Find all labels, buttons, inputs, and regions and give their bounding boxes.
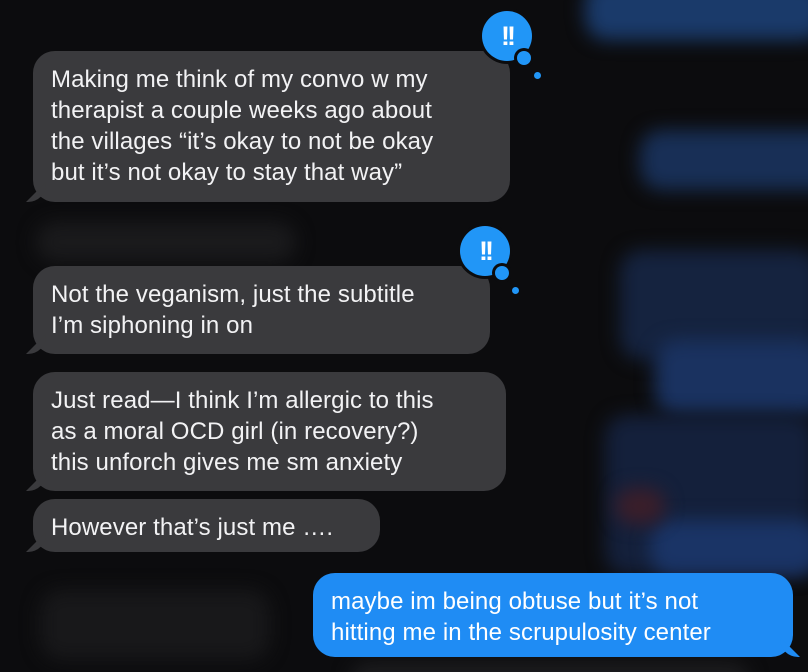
blurred-background-bubble — [640, 130, 808, 190]
blurred-background-bubble — [36, 222, 296, 262]
message-text-line: therapist a couple weeks ago about — [51, 97, 432, 124]
message-text-line: Not the veganism, just the subtitle — [51, 281, 415, 308]
message-text-line: this unforch gives me sm anxiety — [51, 449, 403, 476]
received-message-bubble[interactable]: However that’s just me …. — [33, 499, 380, 552]
message-text-line: the villages “it’s okay to not be okay — [51, 128, 434, 155]
received-message-bubble[interactable]: Making me think of my convo w my therapi… — [33, 51, 510, 202]
message-text-line: maybe im being obtuse but it’s not — [331, 588, 699, 615]
blurred-background-bubble — [650, 520, 808, 575]
exclamation-tapback-icon[interactable]: !! — [482, 11, 541, 79]
message-text-line: but it’s not okay to stay that way” — [51, 159, 403, 186]
exclamation-tapback-icon[interactable]: !! — [460, 226, 519, 294]
message-text-line: I’m siphoning in on — [51, 312, 254, 339]
message-text-line: hitting me in the scrupulosity center — [331, 619, 711, 646]
blurred-background-bubble — [585, 0, 808, 40]
blurred-background-dot — [615, 488, 665, 524]
message-text-line: as a moral OCD girl (in recovery?) — [51, 418, 419, 445]
received-message-bubble[interactable]: Just read—I think I’m allergic to this a… — [33, 372, 506, 491]
message-text-line: Just read—I think I’m allergic to this — [51, 387, 434, 414]
received-message-bubble[interactable]: Not the veganism, just the subtitle I’m … — [33, 266, 490, 354]
message-text-line: Making me think of my convo w my — [51, 66, 428, 93]
message-text-line: However that’s just me …. — [51, 514, 334, 541]
blurred-background-bubble — [40, 590, 270, 660]
sent-message-bubble[interactable]: maybe im being obtuse but it’s not hitti… — [313, 573, 793, 657]
blurred-background-bubble — [655, 340, 808, 415]
blurred-background-bubble — [350, 662, 750, 672]
